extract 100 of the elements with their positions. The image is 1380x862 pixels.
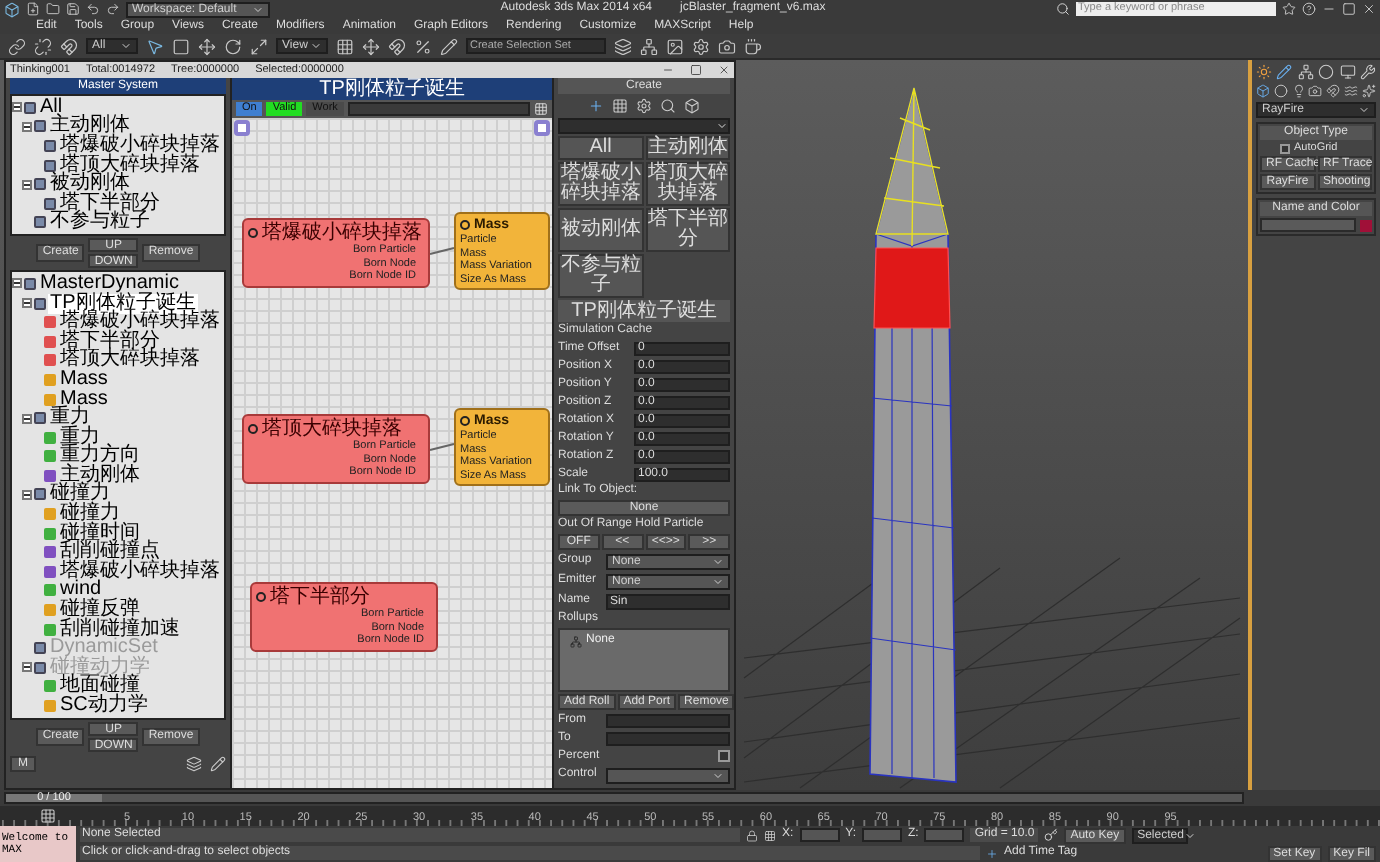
systems-icon[interactable] <box>1361 84 1376 98</box>
object-name-field[interactable] <box>1260 218 1356 232</box>
lights-icon[interactable] <box>1291 84 1306 98</box>
group-button[interactable]: 被动刚体 <box>558 208 643 252</box>
edit-named-selection-icon[interactable] <box>440 37 458 55</box>
caret-icon <box>310 40 322 52</box>
spinner-field[interactable] <box>606 731 730 745</box>
select-manipulate-icon[interactable] <box>362 37 380 55</box>
autogrid-checkbox[interactable] <box>1280 143 1290 153</box>
group-button[interactable]: 不参与粒子 <box>558 254 643 298</box>
material-editor-icon[interactable] <box>666 37 684 55</box>
lock-icon[interactable] <box>746 829 758 841</box>
scale-icon[interactable] <box>250 37 268 55</box>
grid-icon[interactable] <box>612 98 628 114</box>
shapes-icon[interactable] <box>1273 84 1288 98</box>
coordinate-field[interactable] <box>924 828 965 842</box>
link-icon[interactable] <box>8 37 26 55</box>
cameras-icon[interactable] <box>1308 84 1323 98</box>
save-icon[interactable] <box>66 2 80 16</box>
app-logo-icon[interactable] <box>4 1 20 17</box>
mini-curve-icon[interactable] <box>40 808 56 824</box>
hierarchy-tab-icon[interactable] <box>1297 64 1314 80</box>
layer-icon[interactable] <box>614 37 632 55</box>
collapse-icon[interactable] <box>22 489 32 500</box>
key-icon[interactable] <box>1044 828 1059 842</box>
render-teapot-icon[interactable] <box>744 37 762 55</box>
group-button[interactable]: 塔下半部分 <box>645 208 730 252</box>
close-icon[interactable] <box>718 64 730 76</box>
unlink-icon[interactable] <box>34 37 52 55</box>
group-icon <box>34 412 46 425</box>
space-warps-icon[interactable] <box>1344 84 1359 98</box>
group-button[interactable]: 主动刚体 <box>645 136 730 160</box>
schematic-icon[interactable] <box>640 37 658 55</box>
copy-icon[interactable] <box>186 756 202 773</box>
caret-icon <box>716 120 728 132</box>
percent-snap-icon[interactable] <box>414 37 432 55</box>
rollup-icon[interactable] <box>570 635 582 647</box>
bind-icon[interactable] <box>60 37 78 55</box>
tree-item[interactable]: MasterDynamic <box>38 273 181 294</box>
modify-tab-icon[interactable] <box>1276 64 1293 80</box>
minimize-icon[interactable] <box>1322 2 1336 16</box>
move-icon[interactable] <box>198 37 216 55</box>
output-handle-icon[interactable] <box>534 120 550 136</box>
search-icon[interactable] <box>660 98 676 114</box>
select-icon[interactable] <box>146 37 164 55</box>
caret-icon <box>1358 104 1370 116</box>
caret-icon <box>120 40 132 52</box>
folder-icon[interactable] <box>46 2 60 16</box>
graph-canvas[interactable] <box>232 118 552 788</box>
absolute-mode-icon[interactable] <box>764 829 776 841</box>
tree-item[interactable]: 刮削碰撞加速 <box>58 619 182 640</box>
maximize-icon[interactable] <box>690 64 702 76</box>
tree-item[interactable]: 塔顶大碎块掉落 <box>58 350 202 371</box>
create-icon[interactable] <box>588 98 604 114</box>
rollout-header[interactable]: TP刚体粒子诞生 <box>558 300 730 322</box>
layout-icon[interactable] <box>534 102 548 116</box>
render-setup-icon[interactable] <box>692 37 710 55</box>
collapse-icon[interactable] <box>22 662 32 673</box>
group-button[interactable]: 塔爆破小碎块掉落 <box>558 162 643 206</box>
help-icon[interactable] <box>1302 2 1316 16</box>
new-file-icon[interactable] <box>26 2 40 16</box>
coordinate-field[interactable] <box>799 828 840 842</box>
geometry-icon[interactable] <box>1256 84 1270 98</box>
tree-item[interactable]: 塔下半部分 <box>58 331 162 352</box>
create-tab-icon[interactable] <box>1256 64 1272 80</box>
collapse-icon[interactable] <box>22 413 32 424</box>
tree-item[interactable]: 重力方向 <box>58 446 142 467</box>
time-tag-icon[interactable] <box>986 847 998 859</box>
tree-item[interactable]: 塔爆破小碎块掉落 <box>58 135 222 156</box>
caret-icon <box>252 3 264 15</box>
tree-item[interactable]: 塔顶大碎块掉落 <box>58 155 202 176</box>
color-swatch[interactable] <box>1360 219 1372 231</box>
tree-item[interactable]: 塔爆破小碎块掉落 <box>58 561 222 582</box>
display-tab-icon[interactable] <box>1339 64 1356 80</box>
search-icon[interactable] <box>1056 2 1070 16</box>
redo-icon[interactable] <box>106 2 120 16</box>
motion-tab-icon[interactable] <box>1318 64 1335 80</box>
tree-item[interactable]: Mass <box>58 369 110 390</box>
input-handle-icon[interactable] <box>234 120 250 136</box>
connection-line <box>429 247 455 255</box>
tree-item[interactable]: 不参与粒子 <box>48 212 152 233</box>
undo-icon[interactable] <box>86 2 100 16</box>
pivot-icon[interactable] <box>336 37 354 55</box>
helpers-icon[interactable] <box>1326 84 1341 98</box>
paste-icon[interactable] <box>210 756 226 773</box>
render-frame-icon[interactable] <box>718 37 736 55</box>
percent-checkbox[interactable] <box>718 750 730 762</box>
group-button[interactable]: All <box>558 136 643 160</box>
region-select-icon[interactable] <box>172 37 190 55</box>
coordinate-field[interactable] <box>862 828 903 842</box>
spinner-field[interactable] <box>606 713 730 727</box>
rotate-icon[interactable] <box>224 37 242 55</box>
group-button[interactable]: 塔顶大碎块掉落 <box>645 162 730 206</box>
star-icon[interactable] <box>1282 2 1296 16</box>
utilities-tab-icon[interactable] <box>1359 64 1376 80</box>
settings-icon[interactable] <box>636 98 652 114</box>
snap-icon[interactable] <box>388 37 406 55</box>
collapse-icon[interactable] <box>22 179 32 190</box>
box-icon[interactable] <box>684 98 700 114</box>
viewport[interactable] <box>0 60 1252 790</box>
